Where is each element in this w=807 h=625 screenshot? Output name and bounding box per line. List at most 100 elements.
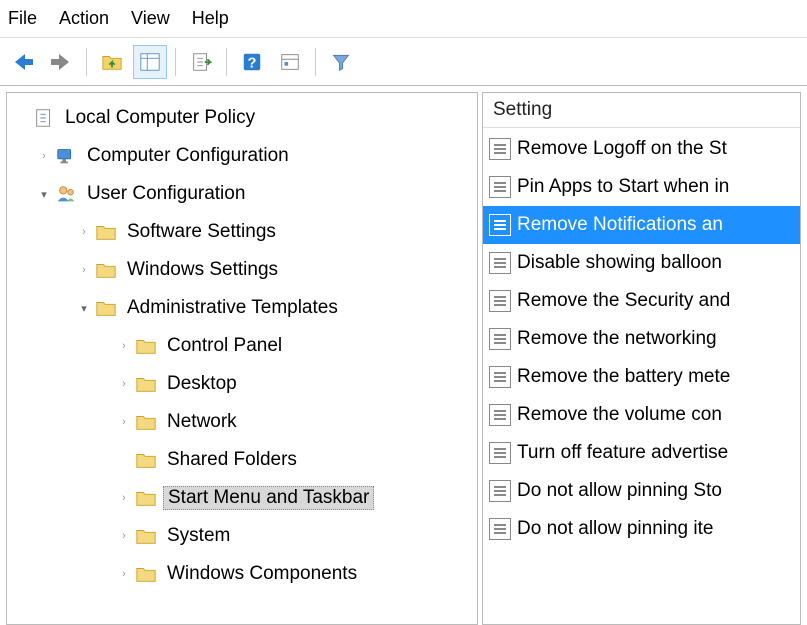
expander-none xyxy=(115,451,133,469)
tree-item-label: Control Panel xyxy=(167,335,282,356)
tree-item[interactable]: › Desktop xyxy=(9,365,475,403)
setting-label: Remove the Security and xyxy=(517,290,730,312)
tree-item[interactable]: ▾ Administrative Templates xyxy=(9,289,475,327)
setting-item[interactable]: Remove Notifications an xyxy=(483,206,800,244)
menu-action[interactable]: Action xyxy=(59,8,109,29)
filter-button[interactable] xyxy=(324,45,358,79)
setting-icon xyxy=(489,176,511,198)
setting-item[interactable]: Remove the battery mete xyxy=(483,358,800,396)
user-config-icon xyxy=(55,183,77,205)
setting-item[interactable]: Remove the Security and xyxy=(483,282,800,320)
tree-item[interactable]: › Software Settings xyxy=(9,213,475,251)
folder-icon xyxy=(135,373,157,395)
setting-item[interactable]: Remove Logoff on the St xyxy=(483,130,800,168)
setting-label: Remove the battery mete xyxy=(517,366,730,388)
tree-item-label: System xyxy=(167,525,230,546)
arrow-left-icon xyxy=(11,50,35,74)
menubar: File Action View Help xyxy=(0,0,807,38)
show-hide-tree-button[interactable] xyxy=(133,45,167,79)
expander-closed[interactable]: › xyxy=(75,261,93,279)
setting-label: Disable showing balloon xyxy=(517,252,722,274)
expander-open[interactable]: ▾ xyxy=(35,185,53,203)
toolbar-separator xyxy=(86,48,87,76)
tree-root[interactable]: Local Computer Policy xyxy=(9,99,475,137)
list-pane: Setting Remove Logoff on the StPin Apps … xyxy=(482,92,801,625)
folder-icon xyxy=(135,411,157,433)
tree-item-label: User Configuration xyxy=(87,183,245,204)
tree-item-label: Desktop xyxy=(167,373,237,394)
setting-item[interactable]: Remove the networking xyxy=(483,320,800,358)
setting-label: Do not allow pinning Sto xyxy=(517,480,722,502)
back-button[interactable] xyxy=(6,45,40,79)
help-button[interactable]: ? xyxy=(235,45,269,79)
setting-label: Remove the volume con xyxy=(517,404,722,426)
setting-icon xyxy=(489,214,511,236)
expander-closed[interactable]: › xyxy=(35,147,53,165)
tree-item-label: Software Settings xyxy=(127,221,276,242)
tree-item-label: Windows Settings xyxy=(127,259,278,280)
toolbar: ? xyxy=(0,38,807,86)
main-content: Local Computer Policy ›Computer Configur… xyxy=(0,86,807,625)
folder-icon xyxy=(135,335,157,357)
export-list-icon xyxy=(190,51,212,73)
menu-file[interactable]: File xyxy=(8,8,37,29)
setting-label: Turn off feature advertise xyxy=(517,442,728,464)
tree-root-label: Local Computer Policy xyxy=(65,107,255,128)
setting-label: Do not allow pinning ite xyxy=(517,518,713,540)
tree-item-label: Network xyxy=(167,411,237,432)
expander-open[interactable]: ▾ xyxy=(75,299,93,317)
setting-item[interactable]: Do not allow pinning ite xyxy=(483,510,800,548)
properties-icon xyxy=(279,51,301,73)
setting-label: Remove the networking xyxy=(517,328,717,350)
tree-item-label: Windows Components xyxy=(167,563,357,584)
tree-item[interactable]: › Windows Settings xyxy=(9,251,475,289)
folder-icon xyxy=(135,563,157,585)
setting-item[interactable]: Remove the volume con xyxy=(483,396,800,434)
folder-icon xyxy=(135,487,157,509)
menu-view[interactable]: View xyxy=(131,8,170,29)
expander-closed[interactable]: › xyxy=(115,337,133,355)
setting-icon xyxy=(489,328,511,350)
setting-item[interactable]: Pin Apps to Start when in xyxy=(483,168,800,206)
folder-icon xyxy=(95,259,117,281)
setting-icon xyxy=(489,442,511,464)
tree-item[interactable]: ›Computer Configuration xyxy=(9,137,475,175)
forward-button[interactable] xyxy=(44,45,78,79)
tree-item[interactable]: › Windows Components xyxy=(9,555,475,593)
tree-item-label: Administrative Templates xyxy=(127,297,338,318)
toolbar-separator xyxy=(175,48,176,76)
expander-closed[interactable]: › xyxy=(115,375,133,393)
expander-closed[interactable]: › xyxy=(75,223,93,241)
setting-label: Remove Notifications an xyxy=(517,214,723,236)
up-level-button[interactable] xyxy=(95,45,129,79)
properties-button[interactable] xyxy=(273,45,307,79)
expander-closed[interactable]: › xyxy=(115,565,133,583)
folder-up-icon xyxy=(101,51,123,73)
setting-icon xyxy=(489,518,511,540)
menu-help[interactable]: Help xyxy=(192,8,229,29)
tree-item[interactable]: › Control Panel xyxy=(9,327,475,365)
setting-item[interactable]: Disable showing balloon xyxy=(483,244,800,282)
tree-item[interactable]: Shared Folders xyxy=(9,441,475,479)
setting-icon xyxy=(489,366,511,388)
tree-pane: Local Computer Policy ›Computer Configur… xyxy=(6,92,478,625)
folder-icon xyxy=(135,525,157,547)
filter-icon xyxy=(331,52,351,72)
export-list-button[interactable] xyxy=(184,45,218,79)
tree-item[interactable]: ›Start Menu and Taskbar xyxy=(9,479,475,517)
setting-item[interactable]: Turn off feature advertise xyxy=(483,434,800,472)
setting-icon xyxy=(489,404,511,426)
expander-closed[interactable]: › xyxy=(115,413,133,431)
tree-item[interactable]: › Network xyxy=(9,403,475,441)
setting-item[interactable]: Do not allow pinning Sto xyxy=(483,472,800,510)
list-column-header-setting[interactable]: Setting xyxy=(483,93,800,128)
tree-item[interactable]: ▾ User Configuration xyxy=(9,175,475,213)
arrow-right-icon xyxy=(49,50,73,74)
expander-closed[interactable]: › xyxy=(115,489,133,507)
tree-item[interactable]: › System xyxy=(9,517,475,555)
svg-text:?: ? xyxy=(248,55,257,71)
toolbar-separator xyxy=(315,48,316,76)
setting-icon xyxy=(489,252,511,274)
tree-item-label: Shared Folders xyxy=(167,449,297,470)
expander-closed[interactable]: › xyxy=(115,527,133,545)
